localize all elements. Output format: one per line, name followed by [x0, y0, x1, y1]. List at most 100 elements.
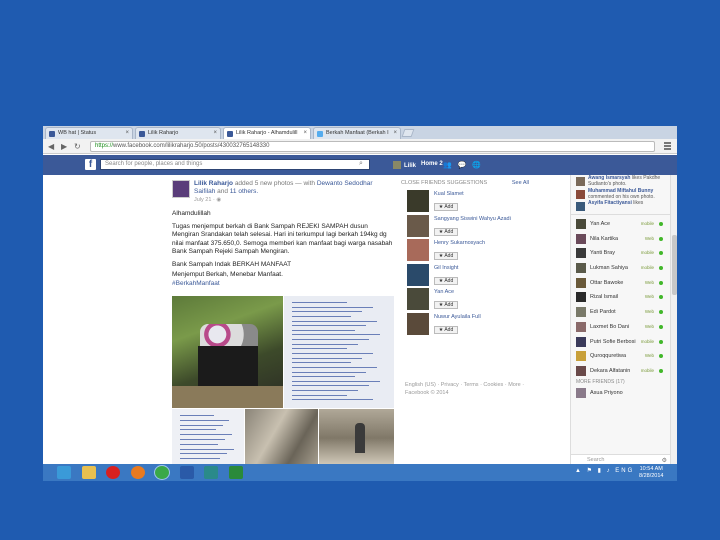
ticker-item[interactable]: Awang Ismarsyah likes Pakdhe Sudianto's … [571, 175, 670, 188]
avatar[interactable] [407, 239, 429, 262]
avatar [576, 351, 586, 362]
online-dot-icon [659, 222, 663, 226]
footer-links[interactable]: English (US) · Privacy · Terms · Cookies… [405, 381, 533, 397]
post-timestamp[interactable]: July 21 · ◉ [194, 197, 221, 203]
avatar[interactable] [407, 288, 429, 311]
chat-friend[interactable]: Yan Ace mobile [571, 217, 670, 232]
facebook-favicon-icon [139, 131, 145, 137]
post-photo-ledger[interactable] [284, 296, 394, 408]
add-friend-button[interactable]: ★ Add [434, 276, 458, 285]
ticker-item[interactable]: Muhammad Miftahul Bunny commented on his… [571, 188, 670, 200]
browser-window: WB hat | Status × Lilik Raharjo × Lilik Ra… [43, 126, 677, 481]
opera-icon[interactable] [106, 466, 120, 479]
forward-icon[interactable]: ▶ [61, 142, 67, 151]
suggestion-name[interactable]: Yan Ace [434, 289, 524, 296]
post-photo-person[interactable] [319, 409, 394, 467]
chat-friend[interactable]: Quroqquretiwa Web [571, 349, 670, 364]
avatar [576, 387, 586, 398]
post-paragraph: Alhamdulillah [172, 210, 211, 217]
chat-friend[interactable]: Putri Sofie Berbosi mobile [571, 335, 670, 350]
new-tab-button[interactable] [401, 129, 415, 137]
online-status: Web [644, 323, 654, 329]
suggestion-name[interactable]: Gil Insight [434, 265, 524, 272]
add-friend-button[interactable]: ★ Add [434, 325, 458, 334]
add-friend-button[interactable]: ★ Add [434, 301, 458, 310]
add-friend-button[interactable]: ★ Add [434, 227, 458, 236]
facebook-logo[interactable]: f [85, 159, 96, 170]
system-tray[interactable]: ▲ ⚑ ▮ ♪ ENG [575, 467, 634, 474]
browser-tab[interactable]: WB hat | Status × [45, 127, 133, 139]
menu-icon[interactable] [664, 142, 671, 150]
notification-icons[interactable]: 👥💬🌐 [443, 161, 487, 169]
chat-friend[interactable]: Laxmet Bo Dani Web [571, 320, 670, 335]
post-photo-document[interactable] [172, 409, 244, 467]
excel-icon[interactable] [228, 466, 243, 479]
others-link[interactable]: 11 others. [230, 188, 258, 195]
close-icon[interactable]: × [393, 130, 397, 136]
suggestion-name[interactable]: Nuwur Ayulaila Full [434, 314, 524, 321]
hashtag-link[interactable]: #BerkahManfaat [172, 280, 394, 289]
online-dot-icon [659, 324, 663, 329]
add-friend-button[interactable]: ★ Add [434, 203, 458, 211]
avatar[interactable] [407, 263, 429, 286]
online-status: Web [644, 309, 654, 315]
avatar[interactable] [407, 214, 429, 237]
back-icon[interactable]: ◀ [48, 142, 54, 151]
see-all-link[interactable]: See All [512, 180, 529, 186]
close-icon[interactable]: × [213, 130, 217, 136]
chat-friend[interactable]: Rizal Ismail Web [571, 290, 670, 305]
scrollbar-thumb[interactable] [672, 235, 677, 295]
gear-icon[interactable]: ⚙ [662, 457, 667, 464]
twitter-favicon-icon [317, 131, 323, 137]
home-link[interactable]: Home 2 [421, 161, 443, 167]
clock[interactable]: 10:54 AM 8/28/2014 [639, 466, 663, 479]
close-icon[interactable]: × [303, 130, 307, 136]
avatar [576, 219, 586, 229]
online-dot-icon [659, 310, 663, 315]
ticker-item[interactable]: Asyifa Fitactiyansi likes [571, 200, 670, 212]
firefox-icon[interactable] [130, 466, 145, 479]
online-dot-icon [659, 368, 663, 373]
avatar [393, 161, 401, 169]
post-photo-cart[interactable] [172, 296, 283, 408]
suggestion-name[interactable]: Henry Sukarnosyach [434, 240, 524, 247]
word-icon[interactable] [179, 466, 194, 479]
suggestion-item: Gil Insight ★ Add [401, 263, 529, 289]
chat-friend[interactable]: Edi Pardot Web [571, 305, 670, 320]
avatar [576, 336, 586, 347]
chat-friend[interactable]: Asua Priyono [571, 386, 670, 401]
add-friend-icon: ★ [438, 228, 444, 235]
favicon-icon [49, 131, 55, 137]
search-icon[interactable]: ⌕ [359, 160, 363, 168]
close-icon[interactable]: × [125, 130, 129, 136]
profile-link[interactable]: Lilik [393, 161, 416, 169]
add-friend-button[interactable]: ★ Add [434, 252, 458, 261]
publisher-icon[interactable] [204, 466, 218, 479]
suggestion-item: Nuwur Ayulaila Full ★ Add [401, 312, 529, 338]
browser-tab[interactable]: Lilik Raharjo × [135, 127, 221, 139]
author-link[interactable]: Lilik Raharjo [194, 180, 233, 187]
file-explorer-icon[interactable] [81, 466, 96, 479]
search-input[interactable]: Search for people, places and things [100, 159, 370, 170]
online-status: Web [644, 353, 654, 359]
post-photo-sacks[interactable] [245, 409, 318, 467]
url-input[interactable]: https://www.facebook.com/lilikraharjo.50… [90, 141, 655, 152]
reload-icon[interactable]: ↻ [74, 142, 81, 151]
chrome-icon[interactable] [155, 466, 169, 479]
chat-friend[interactable]: Ottar Bawoke Web [571, 276, 670, 291]
suggestion-name[interactable]: Kual Slamet [434, 191, 524, 198]
avatar[interactable] [407, 312, 429, 335]
chat-friend[interactable]: Lukman Sahiya mobile [571, 261, 670, 276]
browser-tab-active[interactable]: Lilik Raharjo - Alhamdulill × [223, 127, 311, 139]
browser-tab[interactable]: Berkah Manfaat (Berkah I × [313, 127, 401, 139]
avatar[interactable] [407, 190, 429, 212]
chat-friend[interactable]: Yanti Bray mobile [571, 246, 670, 261]
internet-explorer-icon[interactable] [57, 466, 71, 479]
scrollbar[interactable] [670, 175, 677, 465]
avatar [576, 292, 586, 303]
chat-friend[interactable]: Dekara Alfatanin mobile [571, 364, 670, 379]
chat-friend[interactable]: Nila Kartika Web [571, 232, 670, 247]
suggestion-name[interactable]: Sangyang Siswini Wahyu Azadi [434, 216, 524, 223]
author-avatar[interactable] [172, 180, 190, 198]
online-status: Web [644, 279, 654, 285]
